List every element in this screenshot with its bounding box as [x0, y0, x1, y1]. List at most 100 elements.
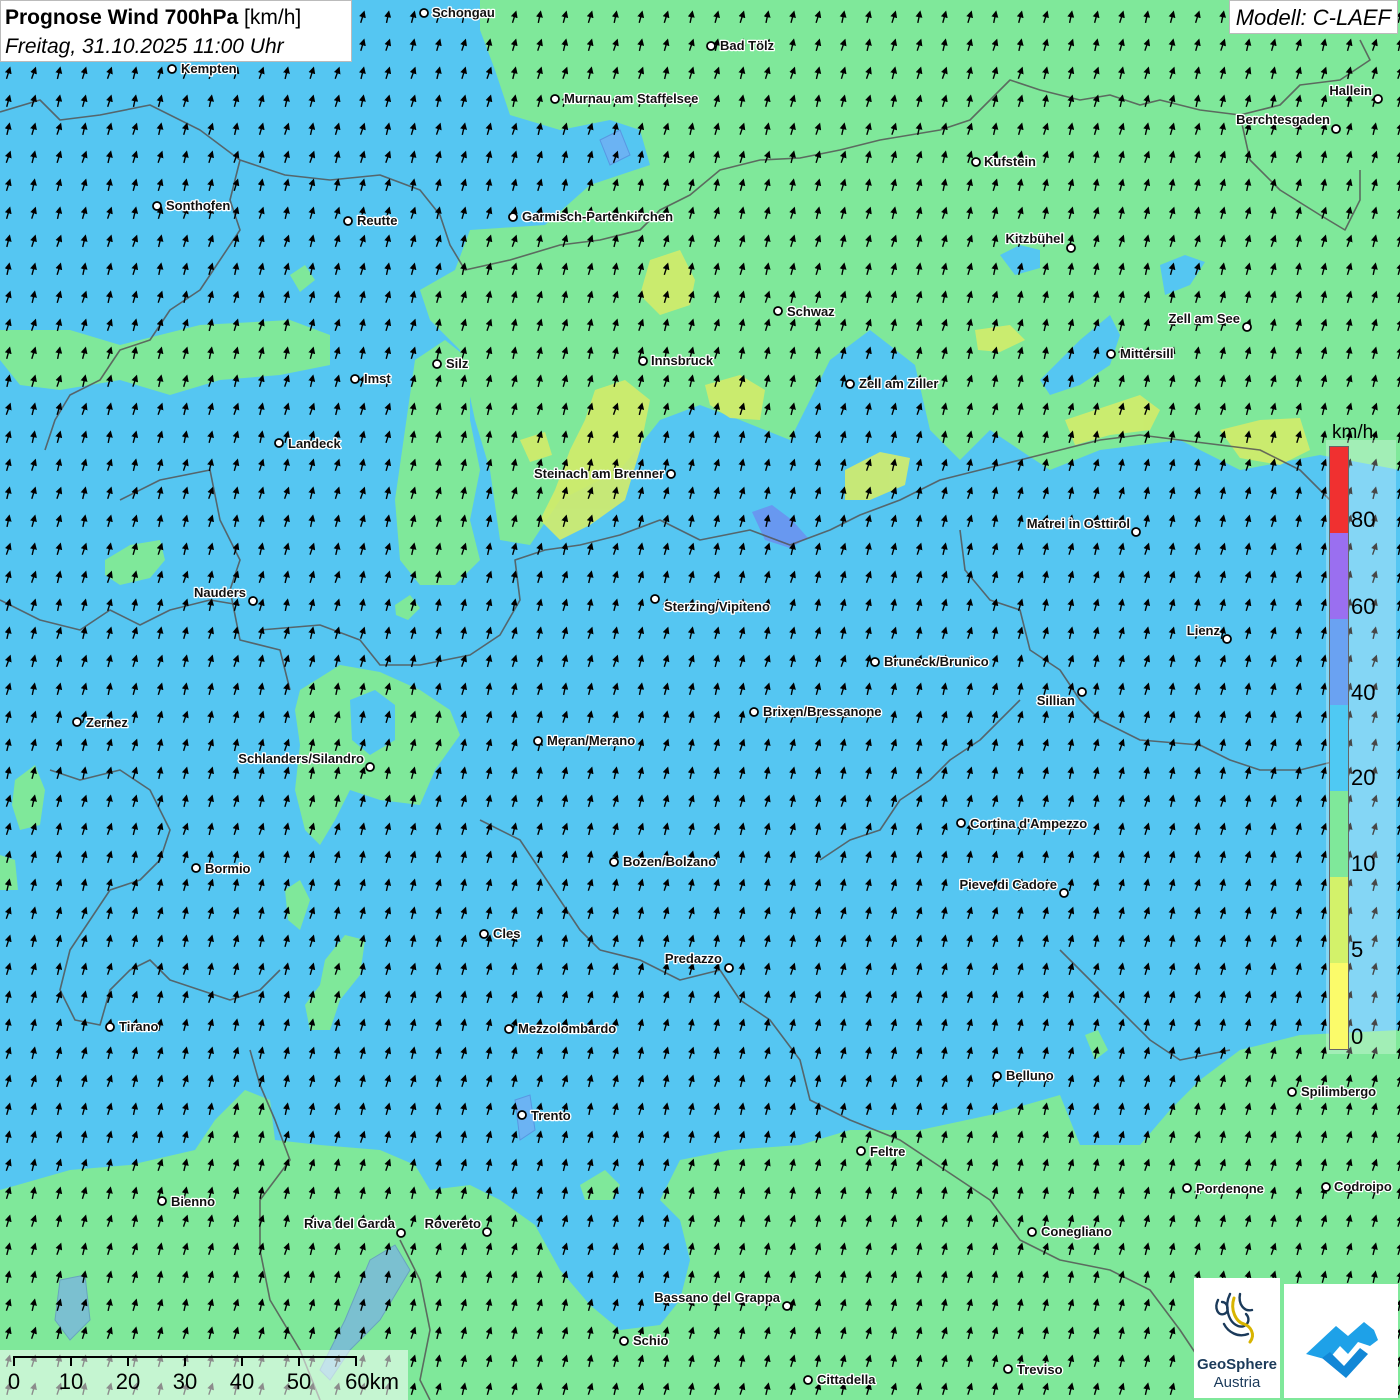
- city-dot: [992, 1071, 1002, 1081]
- city-label: Nauders: [194, 585, 246, 600]
- city-label: Feltre: [870, 1144, 905, 1159]
- scale-bar-tick: [184, 1356, 186, 1366]
- city-label: Tirano: [119, 1019, 159, 1034]
- city-label: Matrei in Osttirol: [1027, 516, 1130, 531]
- city-dot: [1106, 349, 1116, 359]
- geosphere-name: GeoSphere: [1196, 1356, 1278, 1373]
- scale-bar-label: 10: [58, 1369, 84, 1394]
- city-dot: [971, 157, 981, 167]
- city-dot: [1027, 1227, 1037, 1237]
- scale-bar-tick: [355, 1356, 357, 1366]
- city-dot: [432, 359, 442, 369]
- city-dot: [1077, 687, 1087, 697]
- city-marker: Mezzolombardo: [504, 1020, 618, 1037]
- city-label: Trento: [531, 1108, 571, 1123]
- legend-color-segment: [1330, 619, 1348, 705]
- city-dot: [619, 1336, 629, 1346]
- city-label: Predazzo: [665, 951, 722, 966]
- geosphere-swirl-icon: [1215, 1292, 1254, 1344]
- city-dot: [72, 717, 82, 727]
- legend-color-segment: [1330, 447, 1348, 533]
- scale-bar-tick: [127, 1356, 129, 1366]
- geosphere-country: Austria: [1213, 1374, 1261, 1391]
- city-dot: [504, 1024, 514, 1034]
- forecast-datetime: Freitag, 31.10.2025 11:00 Uhr: [5, 35, 284, 58]
- scale-bar-tick: [13, 1356, 15, 1366]
- city-dot: [157, 1196, 167, 1206]
- city-dot: [773, 306, 783, 316]
- city-label: Bruneck/Brunico: [884, 654, 989, 669]
- city-marker: Conegliano: [1027, 1223, 1113, 1240]
- city-label: Zernez: [86, 715, 128, 730]
- app-logo[interactable]: [1284, 1284, 1398, 1398]
- city-label: Steinach am Brenner: [534, 466, 664, 481]
- city-dot: [479, 929, 489, 939]
- city-dot: [956, 818, 966, 828]
- city-dot: [803, 1375, 813, 1385]
- color-legend-bar: [1329, 446, 1349, 1050]
- wind-map: Schongau Bad Tölz Kempten Murnau am Staffel…: [0, 0, 1400, 1400]
- city-marker: Brixen/Bressanone: [749, 703, 883, 720]
- city-dot: [706, 41, 716, 51]
- city-dot: [724, 963, 734, 973]
- city-label: Schongau: [432, 5, 495, 20]
- city-dot: [1287, 1087, 1297, 1097]
- city-label: Meran/Merano: [547, 733, 635, 748]
- scale-bar-label: 50: [286, 1369, 312, 1394]
- geosphere-logo[interactable]: GeoSphere Austria: [1194, 1278, 1280, 1398]
- city-dot: [550, 94, 560, 104]
- city-dot: [1321, 1182, 1331, 1192]
- city-label: Codroipo: [1334, 1179, 1392, 1194]
- scale-bar-tick: [241, 1356, 243, 1366]
- city-dot: [1066, 243, 1076, 253]
- scale-bar-label: 20: [115, 1369, 141, 1394]
- city-label: Mittersill: [1120, 346, 1173, 361]
- city-label: Pieve di Cadore: [959, 877, 1057, 892]
- city-dot: [343, 216, 353, 226]
- scale-bar-label: 0: [7, 1369, 21, 1394]
- city-label: Cortina d'Ampezzo: [970, 816, 1087, 831]
- city-label: Zell am Ziller: [859, 376, 938, 391]
- city-dot: [1131, 527, 1141, 537]
- city-dot: [1222, 634, 1232, 644]
- city-dot: [419, 8, 429, 18]
- city-label: Bassano del Grappa: [654, 1290, 780, 1305]
- city-dot: [533, 736, 543, 746]
- city-label: Spilimbergo: [1301, 1084, 1376, 1099]
- city-dot: [1373, 94, 1383, 104]
- city-dot: [782, 1301, 792, 1311]
- city-label: Zell am See: [1168, 311, 1240, 326]
- city-label: Landeck: [288, 436, 342, 451]
- city-marker: Meran/Merano: [533, 732, 636, 749]
- city-dot: [1331, 124, 1341, 134]
- city-label: Sillian: [1037, 693, 1075, 708]
- city-label: Bienno: [171, 1194, 215, 1209]
- legend-tick-label: 0: [1351, 1024, 1364, 1049]
- city-dot: [638, 356, 648, 366]
- city-marker: Bozen/Bolzano: [609, 853, 718, 870]
- city-dot: [274, 438, 284, 448]
- city-label: Lienz: [1187, 623, 1221, 638]
- city-dot: [1059, 888, 1069, 898]
- city-dot: [856, 1146, 866, 1156]
- legend-color-segment: [1330, 877, 1348, 963]
- legend-tick-label: 5: [1351, 937, 1364, 962]
- city-dot: [1182, 1183, 1192, 1193]
- city-label: Brixen/Bressanone: [763, 704, 882, 719]
- legend-color-segment: [1330, 533, 1348, 619]
- city-label: Silz: [446, 356, 469, 371]
- city-label: Sonthofen: [166, 198, 230, 213]
- city-label: Cles: [493, 926, 520, 941]
- city-label: Rovereto: [425, 1216, 481, 1231]
- legend-color-segment: [1330, 791, 1348, 877]
- city-dot: [191, 863, 201, 873]
- legend-color-segment: [1330, 705, 1348, 791]
- city-dot: [365, 762, 375, 772]
- city-dot: [1242, 322, 1252, 332]
- city-marker: Cortina d'Ampezzo: [956, 815, 1089, 832]
- city-dot: [650, 594, 660, 604]
- city-label: Bormio: [205, 861, 251, 876]
- wetter-app-icon: [1306, 1322, 1378, 1378]
- legend-tick-label: 10: [1351, 851, 1376, 876]
- city-label: Bozen/Bolzano: [623, 854, 716, 869]
